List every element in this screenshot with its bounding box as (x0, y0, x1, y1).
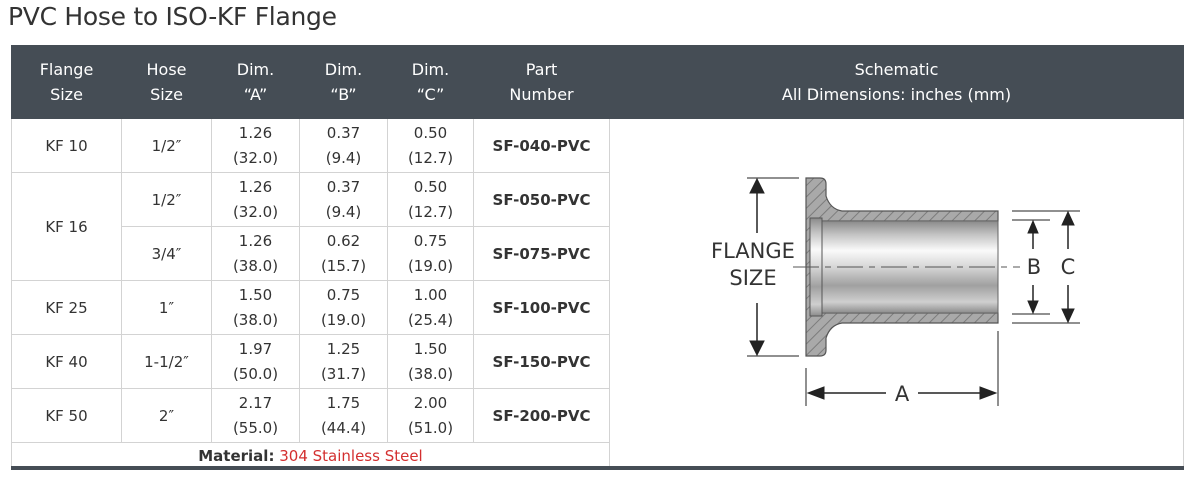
part-number-cell: SF-050-PVC (473, 172, 610, 227)
dim-c-label: C (1061, 255, 1076, 279)
header-hose-size: Hose Size (121, 45, 212, 119)
dim-a-cell: 2.17 (55.0) (211, 388, 300, 443)
hose-size-cell: 3/4″ (121, 226, 212, 281)
material-label: Material: (198, 447, 275, 465)
flange-size-cell: KF 25 (11, 280, 122, 335)
dim-b-label: B (1027, 255, 1041, 279)
part-number-cell: SF-150-PVC (473, 334, 610, 389)
hose-size-cell: 1″ (121, 280, 212, 335)
dim-a-cell: 1.26 (38.0) (211, 226, 300, 281)
flange-size-cell: KF 40 (11, 334, 122, 389)
table-row: KF 10 1/2″ 1.26 (32.0) 0.37 (9.4) 0.50 (12.… (11, 118, 1184, 470)
flange-size-label-line2: SIZE (729, 266, 776, 290)
dim-b-cell: 1.25 (31.7) (299, 334, 388, 389)
header-dim-a: Dim. “A” (211, 45, 300, 119)
dim-a-cell: 1.26 (32.0) (211, 118, 300, 173)
header-dim-c: Dim. “C” (387, 45, 474, 119)
header-dim-b: Dim. “B” (299, 45, 388, 119)
part-number-cell: SF-200-PVC (473, 388, 610, 443)
hose-size-cell: 1/2″ (121, 172, 212, 227)
dim-b-cell: 0.75 (19.0) (299, 280, 388, 335)
spec-table: Flange Size Hose Size Dim. “A” Dim. “B” Dim.… (11, 45, 1184, 470)
header-row: Flange Size Hose Size Dim. “A” Dim. “B” Dim.… (11, 45, 1184, 119)
page-title: PVC Hose to ISO-KF Flange (8, 2, 337, 31)
table-bottom-bar (11, 466, 1184, 470)
dim-a-cell: 1.26 (32.0) (211, 172, 300, 227)
part-number-cell: SF-040-PVC (473, 118, 610, 173)
dim-b-cell: 0.37 (9.4) (299, 118, 388, 173)
flange-size-cell: KF 16 (11, 172, 122, 281)
header-flange-size: Flange Size (11, 45, 122, 119)
dim-c-cell: 1.00 (25.4) (387, 280, 474, 335)
part-number-cell: SF-075-PVC (473, 226, 610, 281)
flange-size-cell: KF 50 (11, 388, 122, 443)
dim-a-label: A (895, 382, 910, 406)
dim-c-cell: 0.50 (12.7) (387, 172, 474, 227)
header-schematic: Schematic All Dimensions: inches (mm) (609, 45, 1184, 119)
hose-size-cell: 2″ (121, 388, 212, 443)
material-value: 304 Stainless Steel (279, 447, 423, 465)
schematic-cell: FLANGE SIZE B C A (609, 118, 1184, 470)
dim-c-cell: 1.50 (38.0) (387, 334, 474, 389)
header-part-number: Part Number (473, 45, 610, 119)
dim-b-cell: 0.37 (9.4) (299, 172, 388, 227)
dim-a-cell: 1.50 (38.0) (211, 280, 300, 335)
dim-c-cell: 0.75 (19.0) (387, 226, 474, 281)
dim-c-cell: 0.50 (12.7) (387, 118, 474, 173)
schematic-diagram: FLANGE SIZE B C A (711, 176, 1080, 406)
dim-b-cell: 0.62 (15.7) (299, 226, 388, 281)
dim-b-cell: 1.75 (44.4) (299, 388, 388, 443)
dim-a-cell: 1.97 (50.0) (211, 334, 300, 389)
flange-size-cell: KF 10 (11, 118, 122, 173)
hose-size-cell: 1-1/2″ (121, 334, 212, 389)
dim-c-cell: 2.00 (51.0) (387, 388, 474, 443)
part-number-cell: SF-100-PVC (473, 280, 610, 335)
flange-size-label-line1: FLANGE (711, 239, 795, 263)
hose-size-cell: 1/2″ (121, 118, 212, 173)
